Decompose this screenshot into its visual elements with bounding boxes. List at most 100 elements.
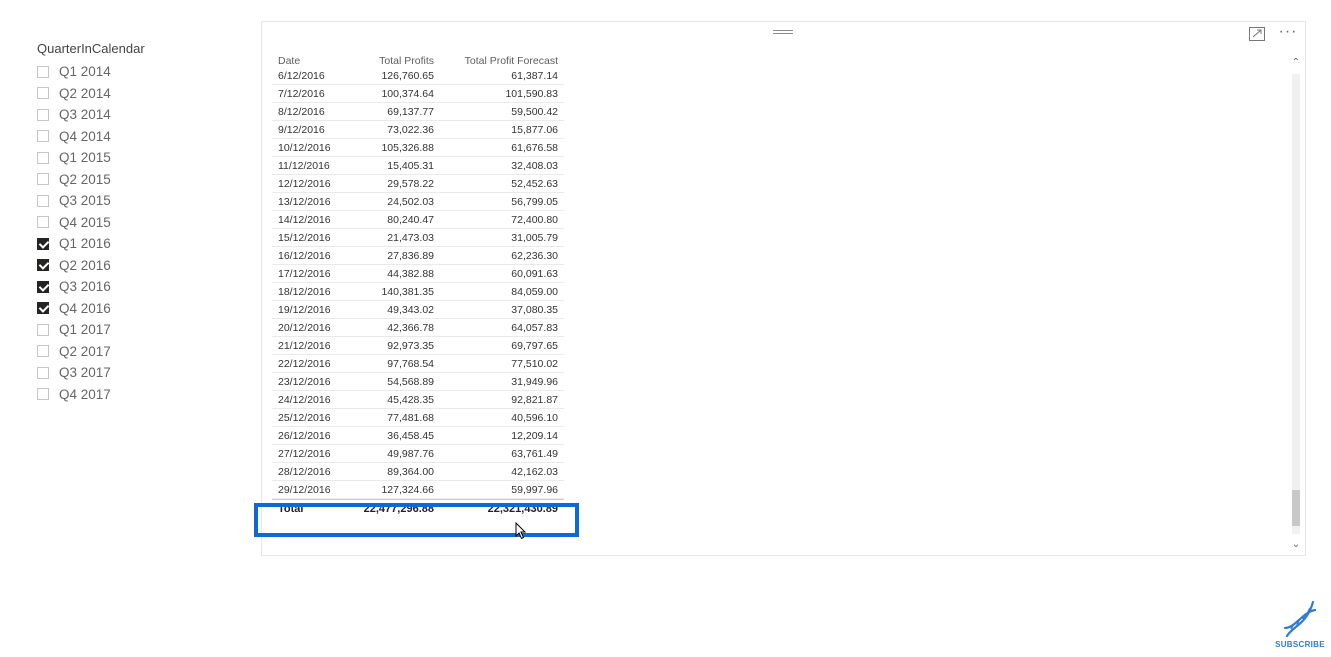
- table-row[interactable]: 19/12/2016 49,343.02 37,080.35: [272, 301, 564, 319]
- slicer-item-label: Q1 2015: [59, 150, 111, 166]
- table-row[interactable]: 23/12/2016 54,568.89 31,949.96: [272, 373, 564, 391]
- table-row[interactable]: 8/12/2016 69,137.77 59,500.42: [272, 103, 564, 121]
- checkbox-unchecked-icon[interactable]: [37, 345, 49, 358]
- table-body: 6/12/2016 126,760.65 61,387.14 7/12/2016 100…: [272, 67, 564, 499]
- cell-date: 13/12/2016: [278, 196, 331, 208]
- checkbox-unchecked-icon[interactable]: [37, 366, 49, 379]
- table-row[interactable]: 10/12/2016 105,326.88 61,676.58: [272, 139, 564, 157]
- table-row[interactable]: 29/12/2016 127,324.66 59,997.96: [272, 481, 564, 499]
- data-table: Date Total Profits Total Profit Forecast…: [272, 52, 564, 518]
- checkbox-checked-icon[interactable]: [37, 259, 49, 272]
- cell-total-profits: 80,240.47: [387, 214, 434, 226]
- slicer-item[interactable]: Q1 2014: [37, 61, 237, 83]
- slicer-item[interactable]: Q4 2016: [37, 298, 237, 320]
- cell-total-profit-forecast: 59,997.96: [511, 484, 558, 496]
- cell-date: 24/12/2016: [278, 394, 331, 406]
- subscribe-label: SUBSCRIBE: [1275, 640, 1325, 649]
- cell-total-profit-forecast: 60,091.63: [511, 268, 558, 280]
- table-row[interactable]: 25/12/2016 77,481.68 40,596.10: [272, 409, 564, 427]
- quarter-slicer: QuarterInCalendar Q1 2014 Q2 2014 Q3 2014 Q…: [37, 40, 237, 405]
- cell-date: 16/12/2016: [278, 250, 331, 262]
- cell-date: 7/12/2016: [278, 88, 325, 100]
- checkbox-unchecked-icon[interactable]: [37, 108, 49, 121]
- slicer-item-label: Q3 2014: [59, 107, 111, 123]
- drag-handle[interactable]: [773, 29, 793, 35]
- table-row[interactable]: 27/12/2016 49,987.76 63,761.49: [272, 445, 564, 463]
- cell-date: 29/12/2016: [278, 484, 331, 496]
- table-row[interactable]: 21/12/2016 92,973.35 69,797.65: [272, 337, 564, 355]
- vertical-scrollbar[interactable]: ⌃ ⌄: [1289, 56, 1303, 552]
- cell-total-profit-forecast: 56,799.05: [511, 196, 558, 208]
- checkbox-unchecked-icon[interactable]: [37, 194, 49, 207]
- table-row[interactable]: 13/12/2016 24,502.03 56,799.05: [272, 193, 564, 211]
- checkbox-unchecked-icon[interactable]: [37, 130, 49, 143]
- table-row[interactable]: 20/12/2016 42,366.78 64,057.83: [272, 319, 564, 337]
- slicer-item[interactable]: Q2 2016: [37, 255, 237, 277]
- slicer-item-label: Q3 2016: [59, 279, 111, 295]
- table-row[interactable]: 18/12/2016 140,381.35 84,059.00: [272, 283, 564, 301]
- table-header: Date Total Profits Total Profit Forecast: [272, 52, 564, 67]
- slicer-item[interactable]: Q2 2015: [37, 169, 237, 191]
- table-row[interactable]: 12/12/2016 29,578.22 52,452.63: [272, 175, 564, 193]
- slicer-item[interactable]: Q1 2016: [37, 233, 237, 255]
- cell-total-profit-forecast: 84,059.00: [511, 286, 558, 298]
- slicer-item[interactable]: Q3 2015: [37, 190, 237, 212]
- table-row[interactable]: 22/12/2016 97,768.54 77,510.02: [272, 355, 564, 373]
- table-row[interactable]: 6/12/2016 126,760.65 61,387.14: [272, 67, 564, 85]
- slicer-item[interactable]: Q2 2014: [37, 83, 237, 105]
- slicer-item[interactable]: Q4 2017: [37, 384, 237, 406]
- cell-total-profit-forecast: 59,500.42: [511, 106, 558, 118]
- slicer-item[interactable]: Q1 2015: [37, 147, 237, 169]
- column-header-date[interactable]: Date: [272, 55, 350, 67]
- cell-total-profits: 21,473.03: [387, 232, 434, 244]
- table-row[interactable]: 26/12/2016 36,458.45 12,209.14: [272, 427, 564, 445]
- cell-date: 10/12/2016: [278, 142, 331, 154]
- cell-date: 27/12/2016: [278, 448, 331, 460]
- table-row[interactable]: 14/12/2016 80,240.47 72,400.80: [272, 211, 564, 229]
- cell-date: 21/12/2016: [278, 340, 331, 352]
- checkbox-unchecked-icon[interactable]: [37, 65, 49, 78]
- scroll-track[interactable]: [1292, 74, 1300, 534]
- slicer-item[interactable]: Q2 2017: [37, 341, 237, 363]
- cell-total-profits: 36,458.45: [387, 430, 434, 442]
- column-header-total-profits[interactable]: Total Profits: [350, 55, 436, 67]
- table-row[interactable]: 28/12/2016 89,364.00 42,162.03: [272, 463, 564, 481]
- more-options-icon[interactable]: ···: [1276, 24, 1300, 40]
- checkbox-unchecked-icon[interactable]: [37, 173, 49, 186]
- slicer-item[interactable]: Q1 2017: [37, 319, 237, 341]
- cell-total-profits: 29,578.22: [387, 178, 434, 190]
- table-row[interactable]: 9/12/2016 73,022.36 15,877.06: [272, 121, 564, 139]
- chevron-up-icon[interactable]: ⌃: [1289, 56, 1303, 70]
- table-row[interactable]: 17/12/2016 44,382.88 60,091.63: [272, 265, 564, 283]
- table-row[interactable]: 15/12/2016 21,473.03 31,005.79: [272, 229, 564, 247]
- checkbox-unchecked-icon[interactable]: [37, 323, 49, 336]
- checkbox-checked-icon[interactable]: [37, 280, 49, 293]
- slicer-item[interactable]: Q3 2016: [37, 276, 237, 298]
- slicer-item[interactable]: Q3 2014: [37, 104, 237, 126]
- chevron-down-icon[interactable]: ⌄: [1289, 538, 1303, 552]
- cell-date: 23/12/2016: [278, 376, 331, 388]
- checkbox-unchecked-icon[interactable]: [37, 216, 49, 229]
- checkbox-unchecked-icon[interactable]: [37, 388, 49, 401]
- table-row[interactable]: 11/12/2016 15,405.31 32,408.03: [272, 157, 564, 175]
- cell-total-profit-forecast: 64,057.83: [511, 322, 558, 334]
- checkbox-checked-icon[interactable]: [37, 302, 49, 315]
- cell-total-profits: 15,405.31: [387, 160, 434, 172]
- table-row[interactable]: 7/12/2016 100,374.64 101,590.83: [272, 85, 564, 103]
- table-row[interactable]: 16/12/2016 27,836.89 62,236.30: [272, 247, 564, 265]
- subscribe-button[interactable]: SUBSCRIBE: [1273, 598, 1327, 653]
- column-header-total-profit-forecast[interactable]: Total Profit Forecast: [436, 55, 558, 67]
- cell-date: 18/12/2016: [278, 286, 331, 298]
- slicer-item[interactable]: Q4 2014: [37, 126, 237, 148]
- checkbox-checked-icon[interactable]: [37, 237, 49, 250]
- focus-mode-icon[interactable]: [1249, 27, 1265, 41]
- slicer-item[interactable]: Q3 2017: [37, 362, 237, 384]
- scroll-thumb[interactable]: [1292, 490, 1300, 526]
- table-row[interactable]: 24/12/2016 45,428.35 92,821.87: [272, 391, 564, 409]
- checkbox-unchecked-icon[interactable]: [37, 87, 49, 100]
- cell-total-profits: 77,481.68: [387, 412, 434, 424]
- checkbox-unchecked-icon[interactable]: [37, 151, 49, 164]
- slicer-item[interactable]: Q4 2015: [37, 212, 237, 234]
- slicer-title: QuarterInCalendar: [37, 41, 145, 56]
- cell-total-profit-forecast: 31,949.96: [511, 376, 558, 388]
